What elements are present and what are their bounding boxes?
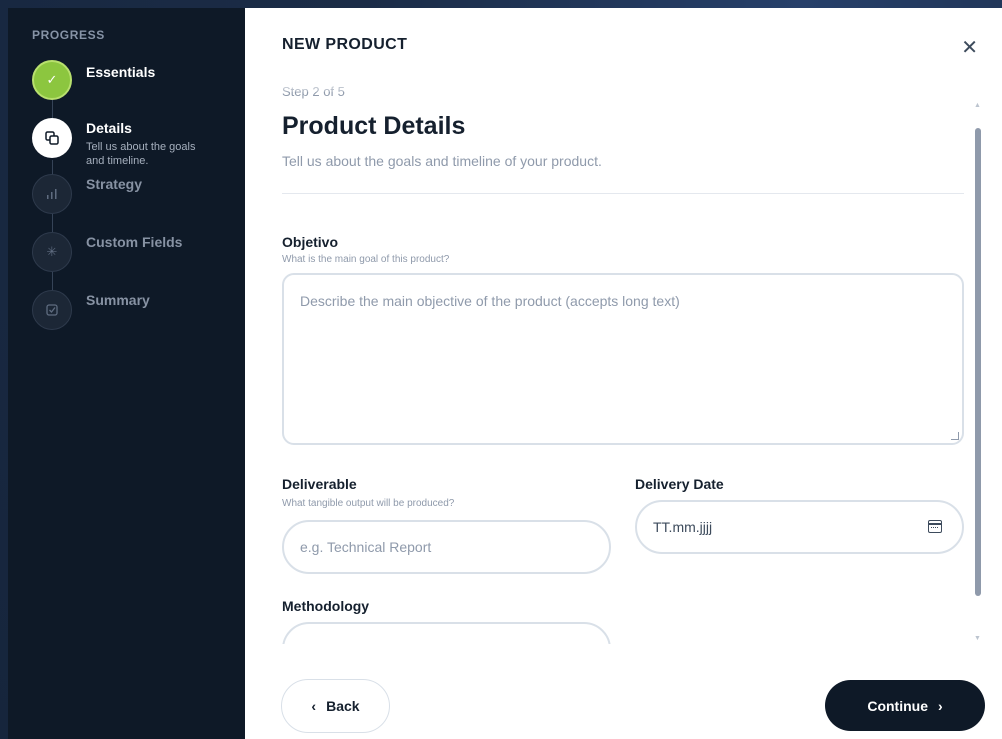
step-custom-fields[interactable]: ✳ Custom Fields: [32, 232, 245, 290]
step-label-essentials: Essentials: [86, 64, 156, 80]
delivery-date-value: TT.mm.jjjj: [653, 519, 713, 535]
delivery-date-input[interactable]: TT.mm.jjjj: [635, 500, 964, 554]
chevron-left-icon: ‹: [311, 698, 317, 714]
scroll-fade: [282, 78, 964, 92]
divider: [282, 193, 964, 194]
deliverable-placeholder: e.g. Technical Report: [300, 539, 432, 555]
objective-textarea[interactable]: Describe the main objective of the produ…: [282, 273, 964, 445]
step-label-strategy: Strategy: [86, 176, 143, 192]
checkbox-icon: [32, 290, 72, 330]
calendar-icon[interactable]: [928, 520, 942, 533]
objective-label: Objetivo: [282, 234, 339, 250]
bar-chart-icon: [32, 174, 72, 214]
objective-help: What is the main goal of this product?: [282, 254, 450, 265]
step-label-summary: Summary: [86, 292, 150, 308]
sparkle-icon: ✳: [32, 232, 72, 272]
sidebar-title: PROGRESS: [32, 28, 105, 42]
scrollbar-thumb[interactable]: [975, 128, 981, 596]
main-panel: NEW PRODUCT ✕ Step 2 of 5 Product Detail…: [245, 8, 1002, 739]
step-desc-details: Tell us about the goals and timeline.: [86, 141, 196, 167]
step-summary[interactable]: Summary: [32, 290, 245, 348]
step-label-details: Details: [86, 120, 132, 136]
methodology-input[interactable]: [282, 622, 611, 644]
new-product-modal: PROGRESS ✓ Essentials Details Tell us ab…: [8, 8, 1002, 739]
deliverable-input[interactable]: e.g. Technical Report: [282, 520, 611, 574]
chevron-right-icon: ›: [937, 697, 943, 714]
step-strategy[interactable]: Strategy: [32, 174, 245, 232]
scroll-up-icon[interactable]: ▲: [974, 102, 981, 109]
step-connector: [52, 272, 53, 290]
step-connector: [52, 100, 53, 118]
check-icon: ✓: [32, 60, 72, 100]
progress-steps: ✓ Essentials Details Tell us about the g…: [32, 60, 245, 348]
step-label-custom-fields: Custom Fields: [86, 234, 183, 250]
step-connector: [52, 214, 53, 232]
form-scroll-area[interactable]: Step 2 of 5 Product Details Tell us abou…: [282, 78, 964, 644]
back-button[interactable]: ‹ Back: [281, 679, 390, 733]
close-icon[interactable]: ✕: [961, 38, 978, 58]
deliverable-help: What tangible output will be produced?: [282, 498, 455, 509]
scrollbar[interactable]: ▲ ▼: [972, 98, 984, 642]
section-subtitle: Tell us about the goals and timeline of …: [282, 153, 602, 169]
modal-title: NEW PRODUCT: [282, 36, 408, 53]
section-title: Product Details: [282, 112, 466, 140]
copy-icon: [32, 118, 72, 158]
scroll-down-icon[interactable]: ▼: [974, 635, 981, 642]
back-button-label: Back: [326, 698, 360, 714]
objective-placeholder: Describe the main objective of the produ…: [300, 293, 680, 309]
continue-button[interactable]: Continue ›: [825, 680, 985, 731]
delivery-date-label: Delivery Date: [635, 476, 724, 492]
continue-button-label: Continue: [867, 697, 928, 714]
step-essentials[interactable]: ✓ Essentials: [32, 60, 245, 118]
methodology-label: Methodology: [282, 598, 370, 614]
deliverable-label: Deliverable: [282, 476, 357, 492]
progress-sidebar: PROGRESS ✓ Essentials Details Tell us ab…: [8, 8, 245, 739]
resize-handle[interactable]: [951, 432, 959, 440]
